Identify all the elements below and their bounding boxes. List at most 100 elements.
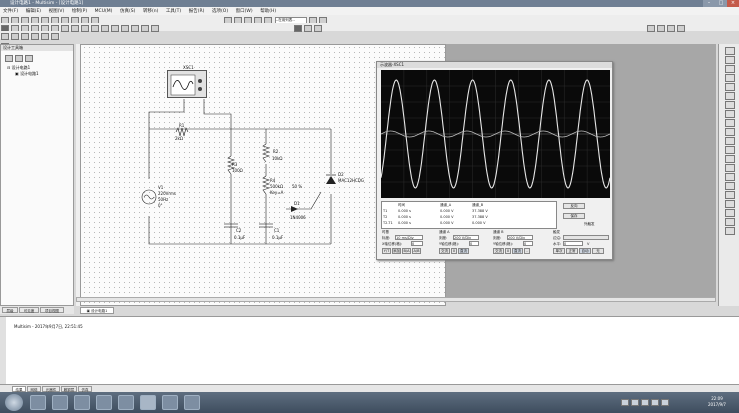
multisim-task-icon[interactable] xyxy=(140,395,156,410)
zoom-area-icon[interactable] xyxy=(667,24,676,32)
current-probe-icon[interactable] xyxy=(725,218,735,226)
cmos-icon[interactable] xyxy=(61,24,69,32)
x-shift-field[interactable]: 0 xyxy=(411,241,423,246)
clock[interactable]: 22:09 2017/9/7 xyxy=(700,396,734,408)
close-button[interactable]: × xyxy=(727,0,739,7)
word-generator-icon[interactable] xyxy=(725,110,735,118)
logic-analyzer-icon[interactable] xyxy=(725,128,735,136)
ie-icon[interactable] xyxy=(30,395,46,410)
chb-minus-button[interactable]: - xyxy=(524,248,530,254)
word-icon[interactable] xyxy=(162,395,178,410)
chb-dc-button[interactable]: 直流 xyxy=(512,248,523,254)
labview-icon[interactable] xyxy=(725,209,735,217)
auto-button[interactable]: 自动 xyxy=(579,248,591,254)
iv-analyzer-icon[interactable] xyxy=(725,137,735,145)
folder-icon[interactable] xyxy=(184,395,200,410)
level-field[interactable]: 0 xyxy=(563,241,583,246)
run-icon[interactable] xyxy=(294,24,303,32)
misc-icon[interactable] xyxy=(101,24,109,32)
media-icon[interactable] xyxy=(74,395,90,410)
save-button[interactable]: 保存 xyxy=(563,213,585,219)
tray-icon-b[interactable] xyxy=(631,399,639,406)
zoom-fit-icon[interactable] xyxy=(677,24,686,32)
sheet-tab[interactable]: ▣ 设计电路1 xyxy=(80,307,114,314)
toolbox-save-icon[interactable] xyxy=(15,54,23,62)
tray-icon-c[interactable] xyxy=(641,399,649,406)
xsc1-instrument[interactable] xyxy=(167,70,207,98)
oscilloscope-screen[interactable] xyxy=(380,70,611,198)
chb-ac-button[interactable]: 交流 xyxy=(493,248,504,254)
tab-visibility[interactable]: 可见度 xyxy=(19,307,39,313)
minimize-button[interactable]: – xyxy=(703,0,715,7)
cha-scale-field[interactable]: 200 V/Div xyxy=(453,235,479,240)
multimeter-icon[interactable] xyxy=(725,47,735,55)
mcu-icon[interactable] xyxy=(71,24,79,32)
spectrum-analyzer-icon[interactable] xyxy=(725,155,735,163)
tab-hierarchy[interactable]: 层级 xyxy=(2,307,18,313)
tool-a-icon[interactable] xyxy=(1,32,9,40)
system-tray[interactable] xyxy=(620,398,690,406)
oscilloscope-icon[interactable] xyxy=(725,74,735,82)
chb-y-field[interactable]: 0 xyxy=(523,241,533,246)
ab-button[interactable]: A/B xyxy=(412,248,421,254)
electromech-icon[interactable] xyxy=(121,24,129,32)
tool-c-icon[interactable] xyxy=(21,32,29,40)
distortion-analyzer-icon[interactable] xyxy=(725,146,735,154)
wattmeter-icon[interactable] xyxy=(725,65,735,73)
toolbox-close-icon[interactable] xyxy=(25,54,33,62)
tool-f-icon[interactable] xyxy=(51,32,59,40)
zoom-out-icon[interactable] xyxy=(657,24,666,32)
horizontal-scrollbar[interactable] xyxy=(76,297,716,302)
player-icon[interactable] xyxy=(96,395,112,410)
logic-converter-icon[interactable] xyxy=(725,119,735,127)
explorer-icon[interactable] xyxy=(52,395,68,410)
maximize-button[interactable]: □ xyxy=(715,0,727,7)
probe-icon[interactable] xyxy=(725,227,735,235)
cha-dc-button[interactable]: 直流 xyxy=(458,248,469,254)
normal-button[interactable]: 正常 xyxy=(566,248,578,254)
ba-button[interactable]: B/A xyxy=(402,248,411,254)
single-button[interactable]: 单次 xyxy=(553,248,565,254)
edge-buttons[interactable] xyxy=(563,235,609,240)
tray-icon-a[interactable] xyxy=(621,399,629,406)
agilent-generator-icon[interactable] xyxy=(725,173,735,181)
yt-button[interactable]: Y/T xyxy=(382,248,391,254)
agilent-multimeter-icon[interactable] xyxy=(725,182,735,190)
tool-d-icon[interactable] xyxy=(31,32,39,40)
frequency-counter-icon[interactable] xyxy=(725,101,735,109)
tree-child[interactable]: ▣ 设计电路1 xyxy=(1,71,73,77)
tab-project-view[interactable]: 项目视图 xyxy=(40,307,64,313)
network-icon[interactable] xyxy=(661,399,669,406)
tool-b-icon[interactable] xyxy=(11,32,19,40)
four-channel-scope-icon[interactable] xyxy=(725,83,735,91)
network-analyzer-icon[interactable] xyxy=(725,164,735,172)
rf-icon[interactable] xyxy=(111,24,119,32)
start-button[interactable] xyxy=(5,394,23,411)
hierarchy-icon[interactable] xyxy=(151,24,159,32)
timebase-scale-field[interactable]: 10 ms/Div xyxy=(395,235,423,240)
cha-ac-button[interactable]: 交流 xyxy=(439,248,450,254)
bus-icon[interactable] xyxy=(141,24,149,32)
chb-scale-field[interactable]: 200 V/Div xyxy=(507,235,533,240)
stop-icon[interactable] xyxy=(314,24,323,32)
power-icon[interactable] xyxy=(91,24,99,32)
function-generator-icon[interactable] xyxy=(725,56,735,64)
add-button[interactable]: 添加 xyxy=(392,248,401,254)
pause-sim-icon[interactable] xyxy=(304,24,313,32)
tool-e-icon[interactable] xyxy=(41,32,49,40)
chrome-icon[interactable] xyxy=(118,395,134,410)
connector-icon[interactable] xyxy=(131,24,139,32)
cha-zero-button[interactable]: 0 xyxy=(451,248,457,254)
chb-zero-button[interactable]: 0 xyxy=(505,248,511,254)
bode-plotter-icon[interactable] xyxy=(725,92,735,100)
cha-y-field[interactable]: 0 xyxy=(469,241,479,246)
agilent-scope-icon[interactable] xyxy=(725,191,735,199)
volume-icon[interactable] xyxy=(651,399,659,406)
tektronix-scope-icon[interactable] xyxy=(725,200,735,208)
toolbox-open-icon[interactable] xyxy=(5,54,13,62)
oscilloscope-window[interactable]: 示波器-XSC1 时间 通道_A 通道_B T1 0.000 s 0.000 V… xyxy=(376,61,613,260)
none-button[interactable]: 无 xyxy=(592,248,604,254)
indicator-icon[interactable] xyxy=(81,24,89,32)
reverse-button[interactable]: 反向 xyxy=(563,203,585,209)
zoom-in-icon[interactable] xyxy=(647,24,656,32)
